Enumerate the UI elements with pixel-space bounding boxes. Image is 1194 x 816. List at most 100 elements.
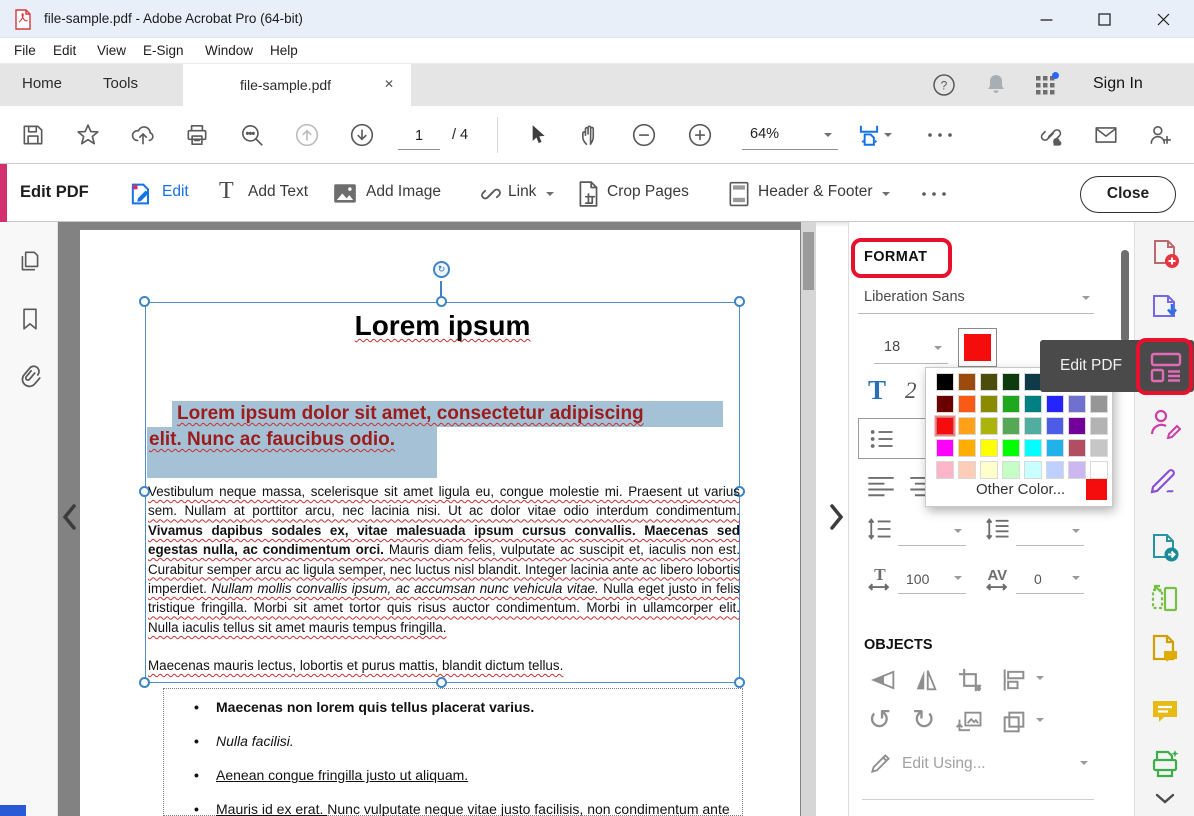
add-text-label[interactable]: Add Text	[248, 183, 308, 201]
search-icon[interactable]	[239, 122, 265, 148]
add-image-icon[interactable]	[332, 182, 358, 206]
crop-pages-label[interactable]: Crop Pages	[607, 183, 689, 201]
color-swatch[interactable]	[981, 418, 997, 434]
document-heading[interactable]: Lorem ipsum	[145, 310, 740, 342]
share-person-icon[interactable]	[1147, 122, 1173, 148]
menu-view[interactable]: View	[97, 43, 126, 58]
arrange-caret-icon[interactable]	[1036, 718, 1044, 726]
tab-close-icon[interactable]: ✕	[384, 77, 394, 91]
menu-window[interactable]: Window	[205, 43, 253, 58]
notifications-bell-icon[interactable]	[984, 72, 1008, 98]
other-color-link[interactable]: Other Color...	[976, 481, 1065, 498]
color-swatch[interactable]	[1069, 462, 1085, 478]
align-objects-caret-icon[interactable]	[1036, 676, 1044, 684]
edit-toolbar-more-icon[interactable]	[920, 188, 948, 200]
previous-page-icon[interactable]	[294, 122, 320, 148]
edit-tool-icon[interactable]	[127, 180, 155, 208]
add-image-label[interactable]: Add Image	[366, 183, 441, 201]
panel-scrollbar-thumb[interactable]	[1121, 250, 1129, 342]
attachments-icon[interactable]	[16, 362, 44, 390]
color-swatch[interactable]	[1003, 374, 1019, 390]
more-tools-icon[interactable]	[926, 128, 954, 142]
paragraph-spacing-dropdown[interactable]	[1016, 520, 1084, 546]
save-icon[interactable]	[20, 122, 46, 148]
color-swatch[interactable]	[937, 396, 953, 412]
bookmarks-icon[interactable]	[17, 306, 43, 332]
page-thumbnails-icon[interactable]	[17, 248, 43, 274]
selection-handle[interactable]	[436, 296, 447, 307]
color-swatch[interactable]	[937, 374, 953, 390]
close-window-button[interactable]	[1140, 0, 1186, 38]
zoom-level-dropdown[interactable]: 64%	[742, 122, 838, 150]
link-tool-icon[interactable]	[478, 181, 504, 207]
color-swatch[interactable]	[1047, 462, 1063, 478]
flip-horizontal-icon[interactable]	[912, 666, 940, 694]
menu-edit[interactable]: Edit	[53, 43, 76, 58]
next-page-chevron-icon[interactable]	[826, 502, 846, 532]
crop-pages-icon[interactable]	[576, 180, 602, 208]
apps-grid-icon[interactable]	[1034, 71, 1060, 97]
selection-handle[interactable]	[139, 677, 150, 688]
font-size-dropdown[interactable]: 18	[874, 334, 948, 364]
previous-page-chevron-icon[interactable]	[60, 502, 80, 532]
text-style-t-icon[interactable]: T	[868, 375, 886, 406]
color-swatch[interactable]	[1003, 440, 1019, 456]
print-icon[interactable]	[184, 122, 210, 148]
color-swatch[interactable]	[981, 462, 997, 478]
color-swatch[interactable]	[1047, 396, 1063, 412]
color-swatch[interactable]	[1003, 462, 1019, 478]
star-icon[interactable]	[75, 122, 101, 148]
color-swatch[interactable]	[1003, 396, 1019, 412]
fit-width-icon[interactable]	[856, 122, 882, 148]
color-swatch[interactable]	[959, 440, 975, 456]
menu-file[interactable]: File	[14, 43, 36, 58]
color-swatch[interactable]	[1047, 440, 1063, 456]
color-swatch[interactable]	[959, 396, 975, 412]
color-swatch[interactable]	[981, 396, 997, 412]
add-text-icon[interactable]: T	[219, 178, 234, 205]
organize-pages-icon[interactable]	[1149, 582, 1181, 614]
color-swatch[interactable]	[1069, 418, 1085, 434]
selection-handle[interactable]	[139, 296, 150, 307]
body-line[interactable]: Maecenas mauris lectus, lobortis et puru…	[148, 658, 740, 673]
edit-tool-label[interactable]: Edit	[162, 183, 189, 201]
help-icon[interactable]: ?	[931, 72, 957, 98]
color-swatch[interactable]	[937, 418, 953, 434]
color-swatch[interactable]	[1069, 396, 1085, 412]
color-swatch[interactable]	[1025, 396, 1041, 412]
page-number-input[interactable]: 1	[398, 124, 440, 150]
flip-vertical-icon[interactable]	[870, 666, 898, 694]
character-spacing-dropdown[interactable]: 0	[1016, 566, 1084, 594]
replace-image-icon[interactable]	[956, 708, 984, 736]
link-caret-icon[interactable]	[546, 192, 554, 200]
comment-icon[interactable]	[1149, 695, 1181, 727]
minimize-button[interactable]	[1023, 0, 1069, 38]
color-swatch[interactable]	[959, 374, 975, 390]
crop-object-icon[interactable]	[956, 666, 984, 694]
edit-using-caret-icon[interactable]	[1080, 761, 1088, 769]
align-objects-icon[interactable]	[1000, 666, 1028, 694]
color-swatch[interactable]	[959, 418, 975, 434]
close-edit-button[interactable]: Close	[1080, 176, 1176, 213]
cloud-upload-icon[interactable]	[130, 122, 156, 148]
next-page-icon[interactable]	[349, 122, 375, 148]
zoom-in-icon[interactable]	[687, 122, 713, 148]
selected-text-line[interactable]: Lorem ipsum dolor sit amet, consectetur …	[177, 403, 644, 425]
rotation-handle[interactable]: ↻	[433, 261, 450, 278]
line-spacing-dropdown[interactable]	[898, 520, 966, 546]
fill-sign-icon[interactable]	[1149, 465, 1181, 497]
scan-ocr-icon[interactable]	[1149, 748, 1181, 780]
color-swatch[interactable]	[1091, 440, 1107, 456]
font-family-dropdown[interactable]: Liberation Sans	[858, 286, 1094, 314]
sign-in-button[interactable]: Sign In	[1093, 75, 1143, 93]
current-color-chip[interactable]	[1086, 479, 1107, 500]
rotate-clockwise-icon[interactable]: ↻	[912, 703, 935, 736]
color-swatch[interactable]	[1025, 462, 1041, 478]
email-icon[interactable]	[1093, 122, 1119, 148]
export-pdf-icon[interactable]	[1149, 290, 1181, 322]
header-footer-caret-icon[interactable]	[882, 192, 890, 200]
color-swatch[interactable]	[1025, 440, 1041, 456]
align-left-icon[interactable]	[866, 474, 896, 498]
send-for-comments-icon[interactable]	[1149, 532, 1181, 564]
arrange-objects-icon[interactable]	[1000, 708, 1028, 736]
